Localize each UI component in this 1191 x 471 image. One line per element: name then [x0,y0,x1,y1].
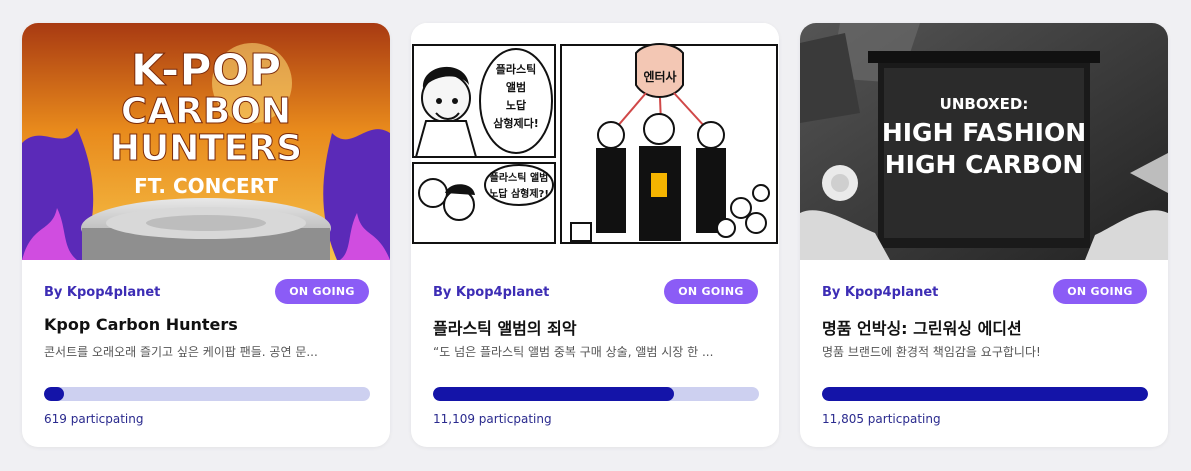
progress-fill [44,387,64,401]
participant-count: 11,109 particpating [433,412,552,426]
participant-count: 619 particpating [44,412,144,426]
campaign-card-luxury-unboxing[interactable]: UNBOXED: HIGH FASHION HIGH CARBON By Kpo… [800,23,1168,447]
image-text-line4: FT. CONCERT [134,174,278,198]
progress-bar [433,387,759,401]
bubble1-line1: 플라스틱 [496,62,536,76]
image-text-line2: CARBON [121,91,291,132]
status-badge: ON GOING [664,279,758,304]
image-text-line1: K-POP [131,45,281,96]
campaign-author[interactable]: By Kpop4planet [822,285,938,300]
campaign-thumbnail: 플라스틱 앨범 노답 삼형제다! 플라스틱 앨범 노답 삼형제?! 엔터사 [411,23,779,260]
campaign-description: “도 넘은 플라스틱 앨범 중복 구매 상술, 앨범 시장 한 ... [433,345,714,359]
campaign-author[interactable]: By Kpop4planet [433,285,549,300]
campaign-description: 콘서트를 오래오래 즐기고 싶은 케이팝 팬들. 공연 문... [44,345,318,359]
image-text-line3: HUNTERS [110,128,302,169]
campaign-card-plastic-album[interactable]: 플라스틱 앨범 노답 삼형제다! 플라스틱 앨범 노답 삼형제?! 엔터사 By… [411,23,779,447]
progress-bar [822,387,1148,401]
bubble1-line3: 노답 [506,98,526,112]
hand-sign: 엔터사 [643,69,676,84]
status-badge: ON GOING [275,279,369,304]
campaign-thumbnail: UNBOXED: HIGH FASHION HIGH CARBON [800,23,1168,260]
progress-bar [44,387,370,401]
image-text-line1: UNBOXED: [940,95,1029,113]
progress-fill [822,387,1148,401]
campaign-title[interactable]: Kpop Carbon Hunters [44,315,238,334]
bubble1-line4: 삼형제다! [493,116,539,130]
campaign-author[interactable]: By Kpop4planet [44,285,160,300]
campaign-description: 명품 브랜드에 환경적 책임감을 요구합니다! [822,345,1041,359]
campaign-thumbnail: K-POP CARBON HUNTERS FT. CONCERT [22,23,390,260]
campaign-title[interactable]: 명품 언박싱: 그린워싱 에디션 [822,315,1022,339]
image-text-line2: HIGH FASHION [882,118,1086,147]
bubble1-line2: 앨범 [506,80,526,94]
image-text-line3: HIGH CARBON [885,150,1084,179]
progress-fill [433,387,675,401]
participant-count: 11,805 particpating [822,412,941,426]
bubble2-line1: 플라스틱 앨범 [490,171,549,184]
campaign-card-kpop-carbon-hunters[interactable]: K-POP CARBON HUNTERS FT. CONCERT By Kpop… [22,23,390,447]
bubble2-line2: 노답 삼형제?! [489,187,549,200]
campaign-title[interactable]: 플라스틱 앨범의 죄악 [433,315,577,339]
status-badge: ON GOING [1053,279,1147,304]
